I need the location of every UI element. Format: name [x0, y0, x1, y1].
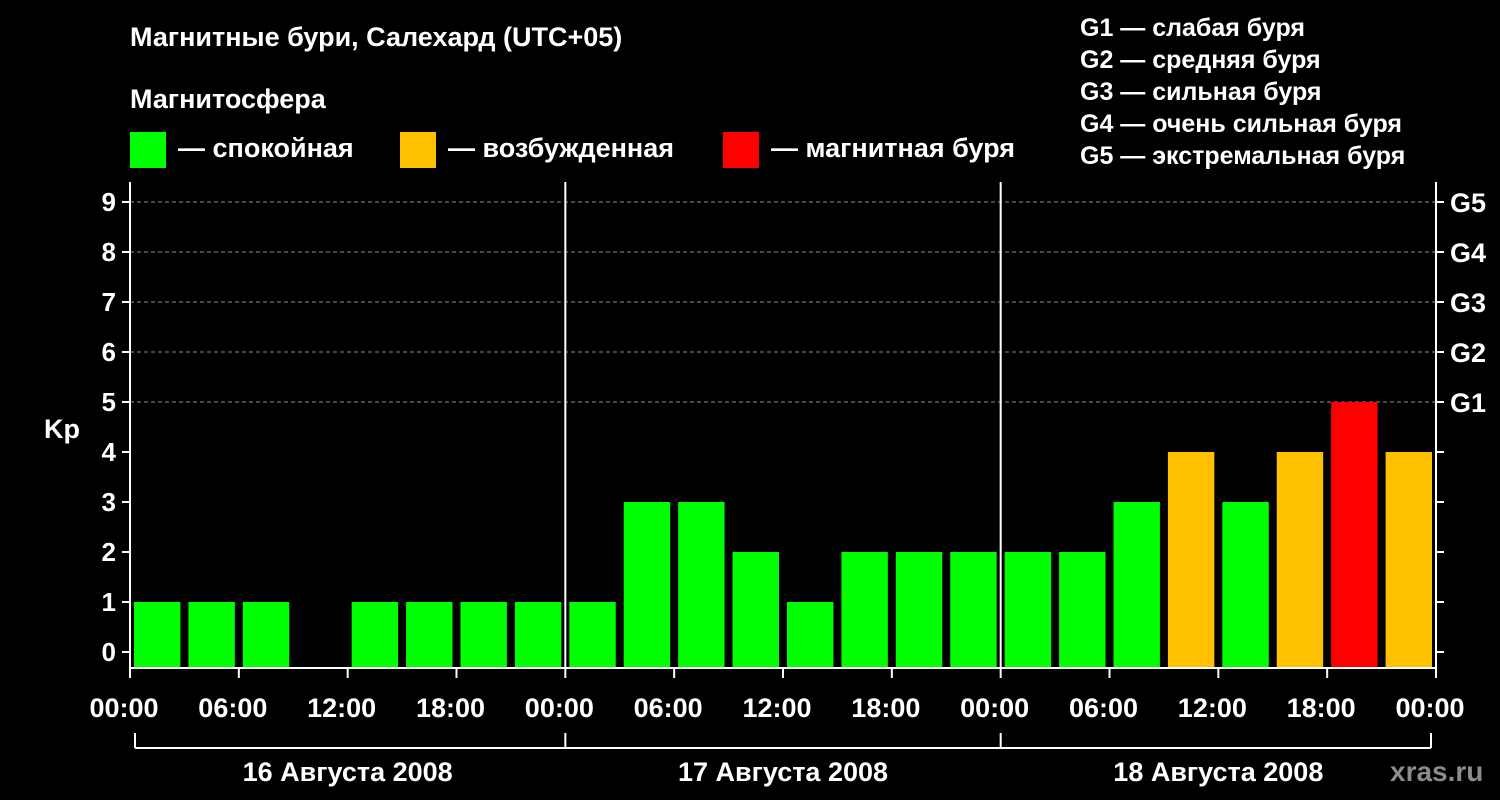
kp-bar-16: [1004, 552, 1052, 668]
kp-bar-7: [514, 602, 562, 668]
kp-bar-4: [351, 602, 399, 668]
g-axis-label-g5: G5: [1450, 188, 1486, 218]
x-tick-label-9: 06:00: [1069, 693, 1138, 723]
y-tick-label-4: 4: [102, 437, 117, 467]
g-axis-label-g1: G1: [1450, 388, 1486, 418]
kp-bar-22: [1331, 402, 1378, 668]
x-tick-label-5: 06:00: [634, 693, 703, 723]
kp-bar-9: [623, 502, 671, 668]
kp-bar-chart: 0 1 2 3 4 5 6 7 8 9 G1 G2 G3 G4 G5 Kp 00:00 06:00 12:00 18:…: [44, 182, 1486, 787]
x-tick-label-7: 18:00: [851, 693, 920, 723]
kp-bar-18: [1113, 502, 1160, 668]
g-axis-label-g4: G4: [1450, 238, 1486, 268]
x-tick-label-8: 00:00: [960, 693, 1029, 723]
kp-bar-15: [950, 552, 997, 668]
kp-bar-17: [1059, 552, 1106, 668]
kp-bar-6: [460, 602, 507, 668]
x-tick-label-11: 18:00: [1287, 693, 1356, 723]
y-tick-label-9: 9: [102, 187, 116, 217]
y-tick-label-0: 0: [102, 637, 116, 667]
x-tick-label-1: 06:00: [198, 693, 267, 723]
x-tick-label-12: 00:00: [1395, 693, 1464, 723]
g-axis-label-g3: G3: [1450, 288, 1486, 318]
watermark: xras.ru: [1390, 756, 1484, 787]
x-tick-label-10: 12:00: [1178, 693, 1247, 723]
kp-bar-20: [1222, 502, 1269, 668]
kp-bar-8: [569, 602, 616, 668]
x-tick-label-4: 00:00: [525, 693, 594, 723]
y-tick-label-8: 8: [102, 237, 116, 267]
g-axis-label-g2: G2: [1450, 338, 1486, 368]
kp-bar-23: [1385, 452, 1432, 668]
kp-bar-10: [678, 502, 725, 668]
day-label-1: 17 Августа 2008: [678, 757, 888, 787]
kp-bar-11: [732, 552, 779, 668]
y-tick-label-1: 1: [102, 587, 116, 617]
kp-bar-1: [188, 602, 235, 668]
x-tick-label-3: 18:00: [416, 693, 485, 723]
x-tick-label-6: 12:00: [742, 693, 811, 723]
y-tick-label-3: 3: [102, 487, 116, 517]
y-tick-label-6: 6: [102, 337, 116, 367]
kp-bar-21: [1276, 452, 1324, 668]
y-axis-label: Kp: [44, 414, 80, 444]
y-tick-label-7: 7: [102, 287, 116, 317]
kp-bar-2: [242, 602, 290, 668]
day-label-2: 18 Августа 2008: [1113, 757, 1323, 787]
kp-bar-19: [1167, 452, 1215, 668]
y-tick-label-2: 2: [102, 537, 116, 567]
kp-bar-0: [134, 602, 181, 668]
y-tick-label-5: 5: [102, 387, 116, 417]
x-tick-label-0: 00:00: [89, 693, 158, 723]
kp-bar-5: [406, 602, 453, 668]
x-tick-label-2: 12:00: [307, 693, 376, 723]
kp-bar-14: [895, 552, 943, 668]
day-label-0: 16 Августа 2008: [243, 757, 453, 787]
kp-bar-13: [841, 552, 888, 668]
kp-bar-12: [787, 602, 834, 668]
